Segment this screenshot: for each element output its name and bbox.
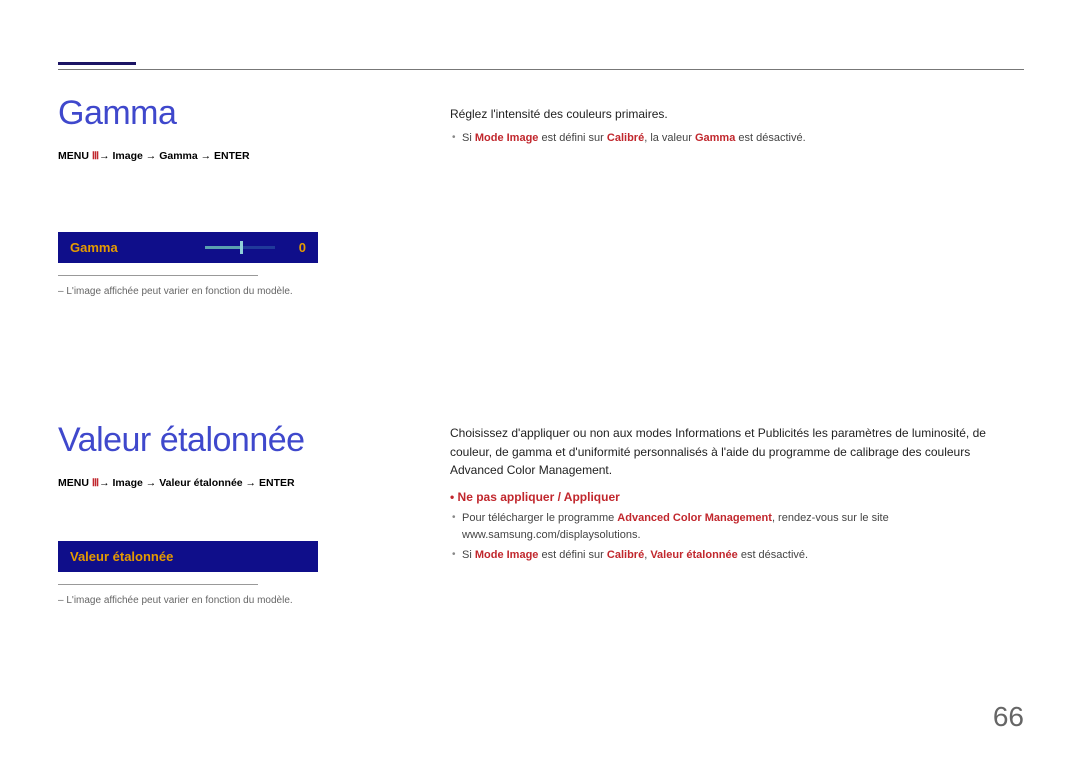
menu-path-gamma: MENU Ⅲ→ Image → Gamma → ENTER: [58, 150, 348, 162]
section-gamma-left: Gamma MENU Ⅲ→ Image → Gamma → ENTER Gamm…: [58, 95, 348, 297]
slider-track: [205, 246, 275, 249]
header-accent-bar: [58, 62, 136, 65]
t: Mode Image: [475, 132, 539, 144]
slider-fill: [205, 246, 240, 249]
t: Choisissez d'appliquer ou non aux modes …: [450, 426, 986, 459]
t: Advanced Color Management: [450, 463, 609, 477]
heading-gamma: Gamma: [58, 95, 348, 132]
bullet-valeur-1: Pour télécharger le programme Advanced C…: [450, 510, 1024, 545]
bullet-list-gamma: Si Mode Image est défini sur Calibré, la…: [450, 130, 1024, 148]
menu-path-valeur: MENU Ⅲ→ Image → Valeur étalonnée → ENTER: [58, 477, 348, 489]
t: est défini sur: [538, 132, 606, 144]
t: est défini sur: [538, 549, 606, 561]
t: Si: [462, 549, 475, 561]
t: est désactivé.: [735, 132, 805, 144]
page-number: 66: [993, 701, 1024, 733]
menu-path-prefix: MENU: [58, 150, 92, 162]
t: Si: [462, 132, 475, 144]
disclaimer-label: L'image affichée peut varier en fonction…: [66, 595, 292, 606]
section-valeur-right: Choisissez d'appliquer ou non aux modes …: [450, 424, 1024, 565]
bullet-valeur-2: Si Mode Image est défini sur Calibré, Va…: [450, 547, 1024, 565]
t: Calibré: [607, 132, 644, 144]
t: Valeur étalonnée: [650, 549, 737, 561]
menu-bar-gamma: Gamma 0: [58, 232, 318, 263]
section-valeur-left: Valeur étalonnée MENU Ⅲ→ Image → Valeur …: [58, 422, 348, 606]
disclaimer-label: L'image affichée peut varier en fonction…: [66, 286, 292, 297]
section-gamma-right: Réglez l'intensité des couleurs primaire…: [450, 105, 1024, 147]
options-valeur: • Ne pas appliquer / Appliquer: [450, 490, 1024, 504]
bullet-list-valeur: Pour télécharger le programme Advanced C…: [450, 510, 1024, 565]
menu-icon: Ⅲ: [92, 477, 99, 489]
disclaimer-rule: [58, 275, 258, 276]
t: Gamma: [695, 132, 735, 144]
disclaimer-text: – L'image affichée peut varier en foncti…: [58, 286, 348, 297]
t: est désactivé.: [738, 549, 808, 561]
options-text: Ne pas appliquer / Appliquer: [458, 490, 620, 504]
t: , la valeur: [644, 132, 695, 144]
bullet-gamma-1: Si Mode Image est défini sur Calibré, la…: [450, 130, 1024, 148]
header-rule: [58, 69, 1024, 70]
menu-bar-label: Valeur étalonnée: [70, 549, 306, 564]
t: Mode Image: [475, 549, 539, 561]
menu-path-text: → Image → Gamma → ENTER: [99, 150, 250, 162]
menu-icon: Ⅲ: [92, 150, 99, 162]
body-valeur: Choisissez d'appliquer ou non aux modes …: [450, 424, 1024, 480]
t: Advanced Color Management: [617, 512, 772, 524]
body-gamma: Réglez l'intensité des couleurs primaire…: [450, 105, 1024, 124]
disclaimer-rule: [58, 584, 258, 585]
menu-path-prefix: MENU: [58, 477, 92, 489]
t: .: [609, 463, 612, 477]
menu-path-text: → Image → Valeur étalonnée → ENTER: [99, 477, 294, 489]
t: Calibré: [607, 549, 644, 561]
t: Pour télécharger le programme: [462, 512, 617, 524]
menu-bar-valeur: Valeur étalonnée: [58, 541, 318, 572]
document-page: Gamma MENU Ⅲ→ Image → Gamma → ENTER Gamm…: [0, 0, 1080, 763]
heading-valeur: Valeur étalonnée: [58, 422, 348, 459]
slider-handle: [240, 241, 243, 254]
menu-bar-label: Gamma: [70, 240, 205, 255]
disclaimer-text: – L'image affichée peut varier en foncti…: [58, 595, 348, 606]
menu-bar-value: 0: [299, 240, 306, 255]
